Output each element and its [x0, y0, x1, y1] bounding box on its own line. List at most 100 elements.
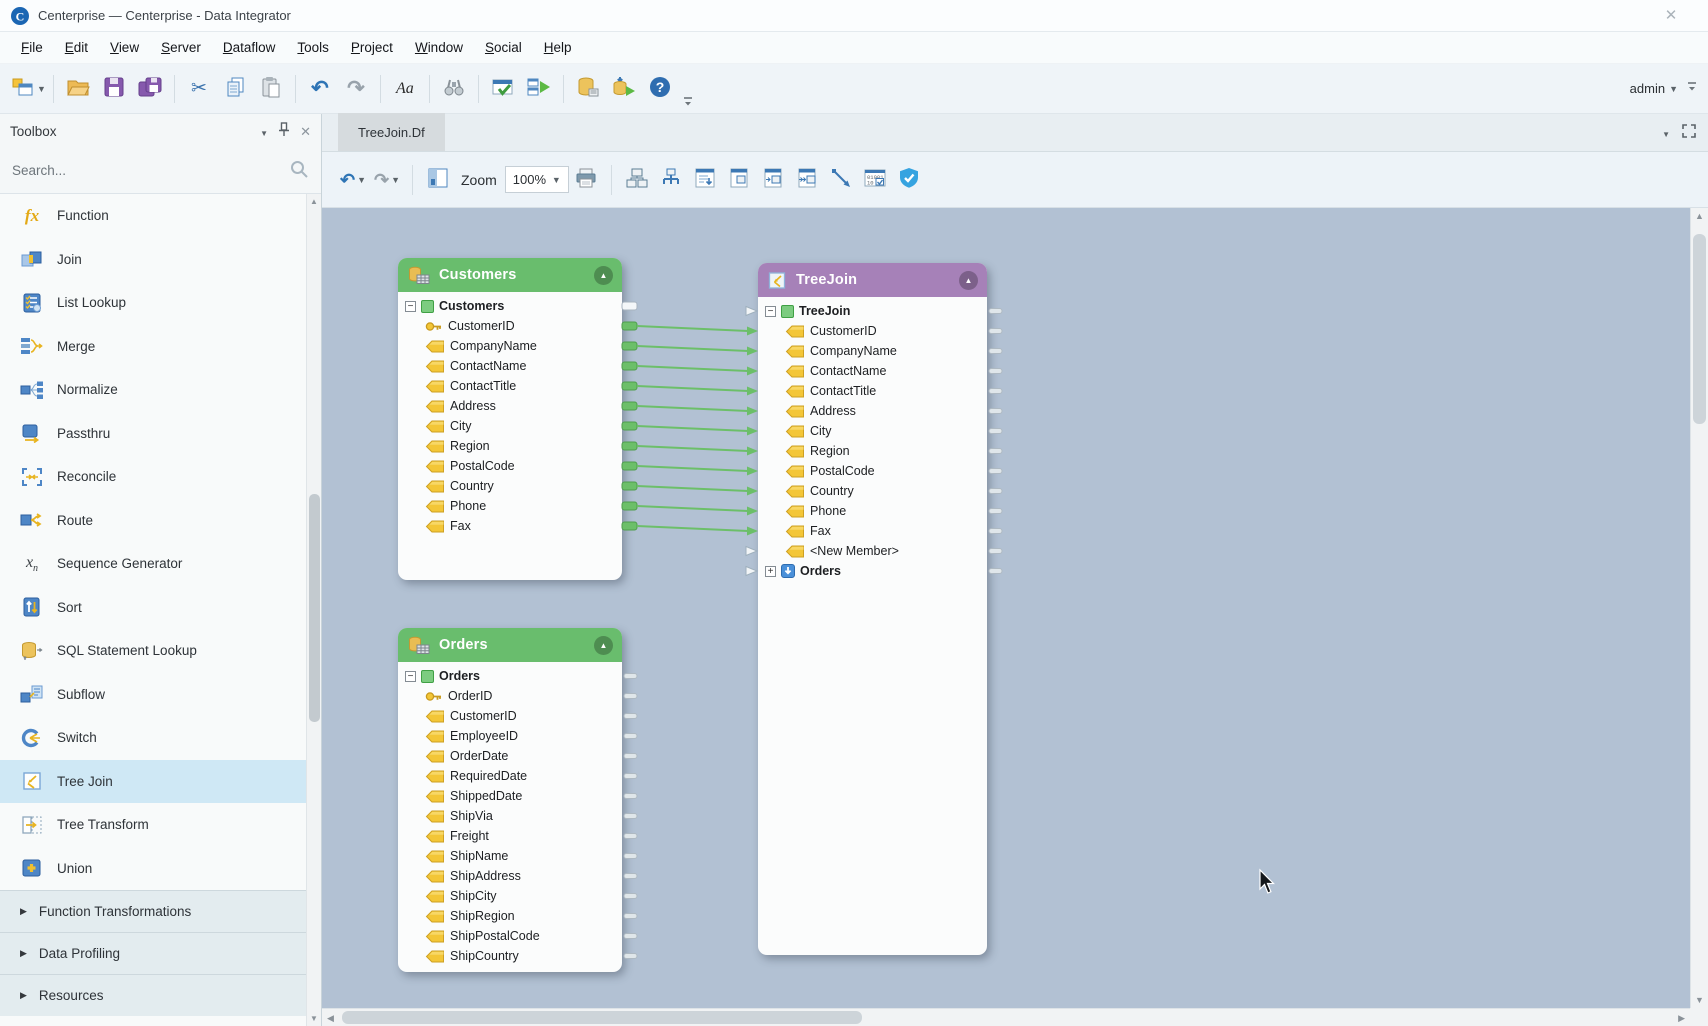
menu-view[interactable]: View	[99, 35, 150, 60]
db-run-button[interactable]	[607, 72, 641, 106]
field-row[interactable]: CompanyName	[765, 341, 983, 361]
toolbox-item-sequence-generator[interactable]: xnSequence Generator	[0, 542, 306, 586]
db-import-button[interactable]	[571, 72, 605, 106]
toolbox-item-passthru[interactable]: Passthru	[0, 412, 306, 456]
field-row[interactable]: Fax	[405, 516, 618, 536]
field-row[interactable]: Country	[405, 476, 618, 496]
field-row[interactable]: ContactTitle	[765, 381, 983, 401]
shield-button[interactable]	[894, 163, 924, 197]
field-row[interactable]: CompanyName	[405, 336, 618, 356]
open-button[interactable]	[61, 72, 95, 106]
scroll-left-icon[interactable]: ◀	[327, 1013, 334, 1024]
print-button[interactable]	[571, 163, 601, 197]
menu-dataflow[interactable]: Dataflow	[212, 35, 287, 60]
scroll-down-icon[interactable]: ▼	[1691, 995, 1708, 1005]
help-button[interactable]: ?	[643, 72, 677, 106]
field-row[interactable]: Fax	[765, 521, 983, 541]
menu-file[interactable]: File	[10, 35, 54, 60]
toolbox-item-tree-transform[interactable]: Tree Transform	[0, 803, 306, 847]
field-row[interactable]: Phone	[405, 496, 618, 516]
collapse-button[interactable]: ▲	[959, 271, 978, 290]
chevron-down-icon[interactable]: ▼	[260, 124, 268, 139]
find-button[interactable]	[437, 72, 471, 106]
field-row[interactable]: City	[765, 421, 983, 441]
field-row[interactable]: ShipPostalCode	[405, 926, 618, 946]
panel-button[interactable]	[724, 163, 754, 197]
pin-icon[interactable]	[278, 122, 290, 140]
user-menu[interactable]: admin	[1630, 81, 1665, 96]
copy-button[interactable]	[218, 72, 252, 106]
node-orders[interactable]: Orders▲−OrdersOrderIDCustomerIDEmployeeI…	[398, 628, 622, 972]
tree-layout-button[interactable]	[656, 163, 686, 197]
field-row[interactable]: ShipAddress	[405, 866, 618, 886]
tree-root-row[interactable]: −Customers	[405, 296, 618, 316]
field-row[interactable]: ShipCountry	[405, 946, 618, 966]
run-button[interactable]	[522, 72, 556, 106]
scroll-right-icon[interactable]: ▶	[1678, 1013, 1685, 1024]
field-row[interactable]: ShipRegion	[405, 906, 618, 926]
field-row[interactable]: ShipName	[405, 846, 618, 866]
field-row[interactable]: CustomerID	[405, 706, 618, 726]
search-input[interactable]	[12, 163, 289, 178]
tab-treejoin-df[interactable]: TreeJoin.Df	[338, 113, 445, 151]
scroll-up-icon[interactable]: ▲	[307, 197, 321, 206]
toolbox-item-subflow[interactable]: Subflow	[0, 673, 306, 717]
node-treejoin[interactable]: TreeJoin▲−TreeJoinCustomerIDCompanyNameC…	[758, 263, 987, 955]
org-chart-button[interactable]	[622, 163, 652, 197]
field-row[interactable]: OrderID	[405, 686, 618, 706]
collapse-minus-icon[interactable]: −	[405, 301, 416, 312]
field-row[interactable]: ShippedDate	[405, 786, 618, 806]
scrollbar-thumb[interactable]	[309, 494, 320, 722]
redo-small-button[interactable]: ↷▼	[372, 163, 402, 197]
toolbox-scrollbar[interactable]: ▲ ▼	[306, 194, 321, 1026]
preview-button[interactable]: 0100110	[860, 163, 890, 197]
field-row[interactable]: ShipCity	[405, 886, 618, 906]
field-row[interactable]: RequiredDate	[405, 766, 618, 786]
redo-button[interactable]: ↷	[339, 72, 373, 106]
save-all-button[interactable]	[133, 72, 167, 106]
tree-root-row[interactable]: −Orders	[405, 666, 618, 686]
menu-social[interactable]: Social	[474, 35, 533, 60]
menu-tools[interactable]: Tools	[286, 35, 340, 60]
toolbox-item-list-lookup[interactable]: List Lookup	[0, 281, 306, 325]
collapse-button[interactable]: ▲	[594, 266, 613, 285]
menu-project[interactable]: Project	[340, 35, 404, 60]
toolbox-group-resources[interactable]: ▶Resources	[0, 974, 306, 1016]
field-row[interactable]: Region	[765, 441, 983, 461]
paste-button[interactable]	[254, 72, 288, 106]
toolbox-item-sql-statement-lookup[interactable]: SQL Statement Lookup	[0, 629, 306, 673]
toolbar-overflow-icon[interactable]	[1686, 80, 1698, 95]
node-header[interactable]: Orders▲	[398, 628, 622, 662]
menu-server[interactable]: Server	[150, 35, 212, 60]
child-node-row[interactable]: +Orders	[765, 561, 983, 581]
tree-root-row[interactable]: −TreeJoin	[765, 301, 983, 321]
link-button[interactable]	[826, 163, 856, 197]
toolbox-group-data-profiling[interactable]: ▶Data Profiling	[0, 932, 306, 974]
undo-small-button[interactable]: ↶▼	[338, 163, 368, 197]
field-row[interactable]: ContactName	[405, 356, 618, 376]
maximize-icon[interactable]	[1682, 124, 1696, 141]
menu-edit[interactable]: Edit	[54, 35, 99, 60]
scroll-down-icon[interactable]: ▼	[307, 1014, 321, 1023]
scrollbar-thumb[interactable]	[1693, 234, 1706, 424]
expand-plus-icon[interactable]: +	[765, 566, 776, 577]
field-row[interactable]: Region	[405, 436, 618, 456]
field-row[interactable]: ShipVia	[405, 806, 618, 826]
collapse-minus-icon[interactable]: −	[765, 306, 776, 317]
field-row[interactable]: OrderDate	[405, 746, 618, 766]
toolbox-item-join[interactable]: Join	[0, 238, 306, 282]
undo-button[interactable]: ↶	[303, 72, 337, 106]
scrollbar-thumb[interactable]	[342, 1011, 862, 1024]
cut-button[interactable]: ✂	[182, 72, 216, 106]
font-button[interactable]: Aa	[388, 72, 422, 106]
close-icon[interactable]: ✕	[1658, 5, 1684, 27]
toolbox-item-union[interactable]: Union	[0, 847, 306, 891]
field-row[interactable]: CustomerID	[765, 321, 983, 341]
chevron-down-icon[interactable]: ▼	[1662, 125, 1670, 140]
panel-double-arrow-button[interactable]	[792, 163, 822, 197]
field-row[interactable]: Phone	[765, 501, 983, 521]
toolbox-item-switch[interactable]: Switch	[0, 716, 306, 760]
toolbar-overflow-icon[interactable]	[682, 95, 694, 110]
collapse-minus-icon[interactable]: −	[405, 671, 416, 682]
field-row[interactable]: CustomerID	[405, 316, 618, 336]
